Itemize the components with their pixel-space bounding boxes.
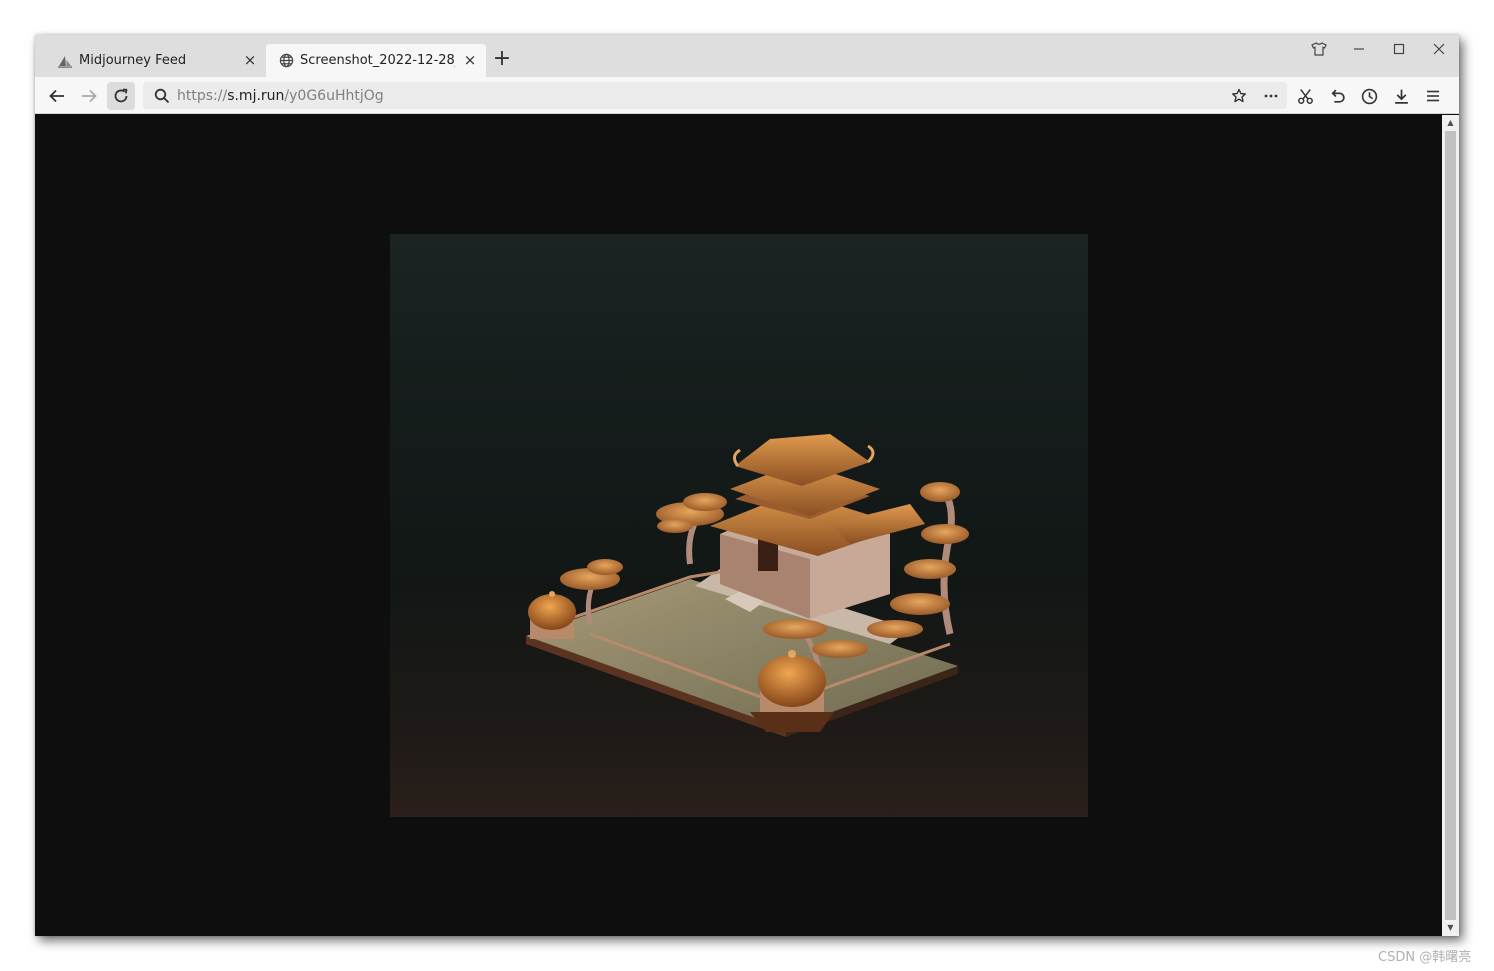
vertical-scrollbar[interactable]: ▲ ▼ [1442, 115, 1459, 936]
forward-arrow-icon[interactable] [75, 82, 103, 110]
tab-midjourney-feed[interactable]: Midjourney Feed × [49, 44, 266, 77]
tab-bar: Midjourney Feed × Screenshot_2022-12-28_… [35, 35, 1459, 77]
globe-icon [278, 53, 294, 69]
scrollbar-thumb[interactable] [1445, 131, 1456, 920]
maximize-icon[interactable] [1379, 35, 1419, 63]
url-path: /y0G6uHhtjOg [284, 87, 384, 104]
midjourney-sail-icon [57, 53, 73, 69]
more-icon[interactable] [1255, 88, 1287, 104]
tab-title: Midjourney Feed [79, 53, 187, 68]
isometric-chinese-palace-image[interactable] [390, 234, 1088, 817]
reload-icon[interactable] [107, 82, 135, 110]
tab-title: Screenshot_2022-12-28_at_ [300, 53, 455, 68]
page-viewport [35, 115, 1442, 936]
menu-icon[interactable] [1419, 82, 1447, 110]
address-bar[interactable]: https://s.mj.run/y0G6uHhtjOg [143, 82, 1287, 109]
back-arrow-icon[interactable] [43, 82, 71, 110]
close-icon[interactable] [1419, 35, 1459, 63]
new-tab-button[interactable]: + [491, 48, 513, 71]
scissors-icon[interactable] [1291, 82, 1319, 110]
browser-window: Midjourney Feed × Screenshot_2022-12-28_… [35, 35, 1459, 936]
tab-close-icon[interactable]: × [242, 52, 258, 68]
watermark-text: CSDN @韩曙亮 [1378, 950, 1472, 965]
history-icon[interactable] [1355, 82, 1383, 110]
url-host: s.mj.run [227, 87, 285, 104]
navigation-toolbar: https://s.mj.run/y0G6uHhtjOg [35, 77, 1459, 114]
star-icon[interactable] [1223, 88, 1255, 104]
url-prefix: https:// [177, 87, 228, 104]
download-icon[interactable] [1387, 82, 1415, 110]
scroll-up-arrow-icon[interactable]: ▲ [1442, 116, 1459, 130]
search-icon [147, 88, 177, 104]
tab-screenshot[interactable]: Screenshot_2022-12-28_at_ × [266, 44, 486, 77]
shirt-icon[interactable] [1299, 35, 1339, 63]
scroll-down-arrow-icon[interactable]: ▼ [1442, 921, 1459, 935]
tab-close-icon[interactable]: × [462, 52, 478, 68]
url-text[interactable]: https://s.mj.run/y0G6uHhtjOg [177, 88, 384, 104]
undo-icon[interactable] [1323, 82, 1351, 110]
minimize-icon[interactable] [1339, 35, 1379, 63]
